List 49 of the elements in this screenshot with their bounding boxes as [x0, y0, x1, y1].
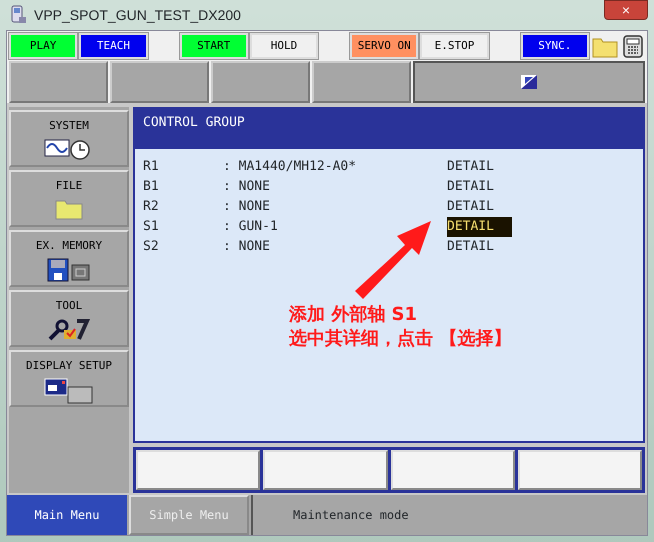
- blank-key[interactable]: [312, 61, 411, 103]
- floppy-icon: [47, 258, 91, 282]
- display-font-icon: [44, 378, 94, 404]
- blank-key[interactable]: [211, 61, 310, 103]
- menu-button[interactable]: DISPLAY SETUP: [9, 350, 129, 407]
- blank-key[interactable]: [9, 61, 108, 103]
- detail-link[interactable]: DETAIL: [447, 237, 494, 257]
- detail-link[interactable]: DETAIL: [447, 197, 494, 217]
- menu-tab[interactable]: Main Menu: [7, 495, 127, 535]
- mode-button[interactable]: SERVO ON: [350, 33, 418, 59]
- detail-link[interactable]: DETAIL: [447, 177, 494, 197]
- status-text: Maintenance mode: [293, 507, 409, 524]
- function-key[interactable]: [518, 450, 642, 490]
- menu-button[interactable]: TOOL: [9, 290, 129, 347]
- blank-key[interactable]: [110, 61, 209, 103]
- menu-button[interactable]: FILE: [9, 170, 129, 227]
- menu-button[interactable]: SYSTEM: [9, 110, 129, 167]
- function-key[interactable]: [390, 450, 515, 490]
- group-value: : GUN-1: [223, 218, 279, 236]
- detail-link[interactable]: DETAIL: [447, 157, 494, 177]
- window-title: VPP_SPOT_GUN_TEST_DX200: [34, 6, 241, 25]
- annotation-text: 添加 外部轴 S1: [289, 303, 418, 327]
- pendant-icon[interactable]: [620, 33, 645, 59]
- folder-icon: [55, 198, 83, 220]
- flag-icon: [519, 73, 539, 91]
- function-key[interactable]: [136, 450, 260, 490]
- app-icon: [10, 5, 28, 25]
- mode-button[interactable]: PLAY: [9, 33, 78, 59]
- menu-button[interactable]: EX. MEMORY: [9, 230, 129, 287]
- panel-title: CONTROL GROUP: [143, 115, 245, 130]
- detail-link[interactable]: DETAIL: [447, 217, 512, 237]
- mode-button[interactable]: START: [180, 33, 248, 59]
- group-value: : NONE: [223, 178, 271, 196]
- group-name: S2: [143, 238, 160, 256]
- group-name: R2: [143, 198, 160, 216]
- mode-button[interactable]: TEACH: [79, 33, 148, 59]
- group-value: : NONE: [223, 238, 271, 256]
- group-value: : NONE: [223, 198, 271, 216]
- mode-button[interactable]: HOLD: [250, 33, 318, 59]
- group-name: B1: [143, 178, 160, 196]
- group-name: S1: [143, 218, 160, 236]
- annotation-text: 选中其详细，点击 【选择】: [289, 327, 512, 351]
- function-key[interactable]: [263, 450, 388, 490]
- mode-button[interactable]: E.STOP: [420, 33, 489, 59]
- tool-icon: [47, 318, 91, 342]
- group-name: R1: [143, 158, 160, 176]
- close-button[interactable]: ×: [604, 0, 648, 20]
- group-value: : MA1440/MH12-A0*: [223, 158, 358, 176]
- mode-button[interactable]: SYNC.: [520, 33, 589, 59]
